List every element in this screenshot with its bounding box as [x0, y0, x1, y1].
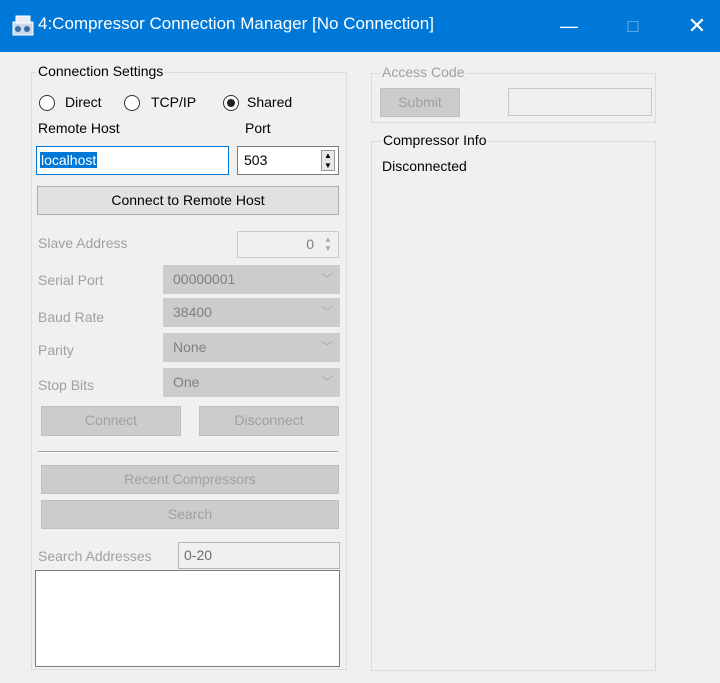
connect-remote-host-button[interactable]: Connect to Remote Host [37, 186, 339, 215]
radio-shared[interactable]: Shared [223, 94, 313, 112]
radio-tcpip-label: TCP/IP [151, 94, 197, 110]
disconnect-button[interactable]: Disconnect [199, 406, 339, 436]
chevron-down-icon: ﹀ [320, 340, 333, 354]
parity-label: Parity [38, 342, 74, 358]
slave-address-spinner[interactable]: ▲ ▼ [321, 235, 335, 254]
slave-address-input[interactable]: 0 ▲ ▼ [237, 231, 339, 258]
radio-shared-label: Shared [247, 94, 293, 110]
radio-direct-label: Direct [65, 94, 102, 110]
submit-button[interactable]: Submit [380, 88, 460, 117]
access-code-label: Access Code [380, 64, 467, 80]
port-label: Port [245, 120, 271, 136]
slave-address-value: 0 [306, 236, 314, 252]
slave-address-label: Slave Address [38, 235, 128, 251]
compressor-info-label: Compressor Info [381, 132, 489, 148]
chevron-down-icon: ﹀ [320, 375, 333, 389]
radio-tcpip[interactable]: TCP/IP [124, 94, 214, 112]
compressor-status-text: Disconnected [382, 158, 467, 174]
search-addresses-label: Search Addresses [38, 548, 152, 564]
recent-compressors-button[interactable]: Recent Compressors [41, 465, 339, 494]
search-addresses-value: 0-20 [184, 547, 213, 563]
serial-port-value: 00000001 [173, 271, 236, 287]
serial-port-select[interactable]: 00000001 ﹀ [163, 265, 340, 294]
divider [38, 451, 338, 453]
search-addresses-input[interactable]: 0-20 [178, 542, 340, 569]
serial-port-label: Serial Port [38, 272, 104, 288]
compressor-info-group [371, 141, 656, 671]
maximize-button[interactable]: □ [610, 0, 656, 52]
remote-host-label: Remote Host [38, 120, 120, 136]
radio-direct-circle[interactable] [39, 95, 55, 111]
close-button[interactable]: ✕ [674, 0, 720, 52]
baud-rate-select[interactable]: 38400 ﹀ [163, 298, 340, 327]
app-icon [12, 15, 34, 36]
port-value: 503 [244, 152, 268, 168]
chevron-down-icon: ﹀ [320, 305, 333, 319]
radio-direct[interactable]: Direct [39, 94, 119, 112]
access-code-input[interactable] [508, 88, 652, 116]
parity-value: None [173, 339, 207, 355]
window-title: 4:Compressor Connection Manager [No Conn… [38, 14, 434, 33]
remote-host-input[interactable]: localhost [36, 146, 229, 175]
baud-rate-label: Baud Rate [38, 309, 105, 325]
connection-settings-label: Connection Settings [36, 63, 166, 79]
minimize-button[interactable]: — [546, 0, 592, 52]
chevron-down-icon: ﹀ [320, 272, 333, 286]
results-listbox[interactable] [35, 570, 340, 667]
connect-button[interactable]: Connect [41, 406, 181, 436]
parity-select[interactable]: None ﹀ [163, 333, 340, 362]
remote-host-value: localhost [40, 152, 98, 168]
stop-bits-value: One [173, 374, 200, 390]
stop-bits-label: Stop Bits [38, 377, 95, 393]
baud-rate-value: 38400 [173, 304, 212, 320]
port-spinner[interactable]: ▲ ▼ [321, 150, 335, 171]
radio-shared-circle[interactable] [223, 95, 239, 111]
radio-tcpip-circle[interactable] [124, 95, 140, 111]
stop-bits-select[interactable]: One ﹀ [163, 368, 340, 397]
title-bar[interactable]: 4:Compressor Connection Manager [No Conn… [0, 0, 720, 52]
search-button[interactable]: Search [41, 500, 339, 529]
port-input[interactable]: 503 ▲ ▼ [237, 146, 339, 175]
